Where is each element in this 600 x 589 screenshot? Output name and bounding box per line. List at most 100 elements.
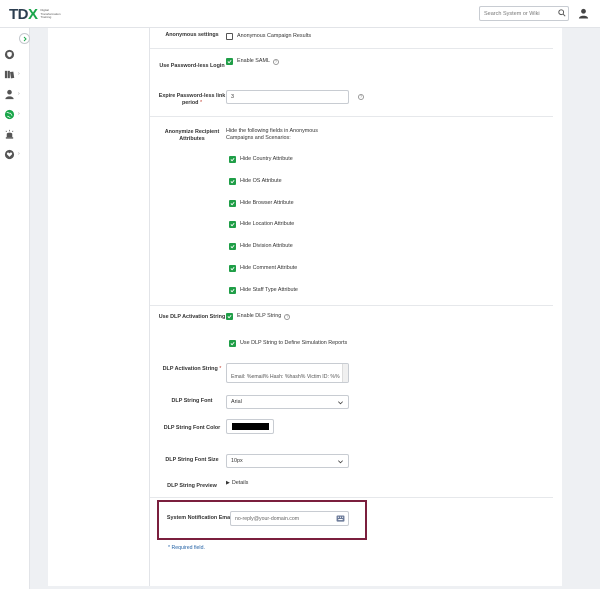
hide-staff-type-checkbox[interactable] xyxy=(229,287,236,294)
enable-dlp-checkbox[interactable] xyxy=(226,313,233,320)
dlp-string-text: DLP Activation String xyxy=(162,366,218,372)
chevron-right-icon: › xyxy=(18,91,20,97)
dlp-font-size-select[interactable]: 10px xyxy=(226,454,349,468)
chevron-down-icon xyxy=(338,401,343,405)
hide-division-label: Hide Division Attribute xyxy=(240,243,293,249)
dlp-font-select[interactable]: Arial xyxy=(226,395,349,409)
sidebar-item-alerts[interactable] xyxy=(4,127,26,141)
dlp-reports-label: Use DLP String to Define Simulation Repo… xyxy=(240,340,348,346)
section-divider xyxy=(150,116,553,117)
chevron-right-icon: › xyxy=(18,71,20,77)
check-icon xyxy=(230,288,235,293)
chevron-right-icon: › xyxy=(18,151,20,157)
hide-staff-type-row[interactable]: Hide Staff Type Attribute xyxy=(229,287,298,294)
required-field-note: * Required field. xyxy=(168,545,205,551)
dlp-string-label: DLP Activation String * xyxy=(157,366,227,373)
check-icon xyxy=(230,222,235,227)
hide-country-row[interactable]: Hide Country Attribute xyxy=(229,156,293,163)
dlp-font-value: Arial xyxy=(231,399,242,405)
enable-saml-row[interactable]: Enable SAML ? xyxy=(226,58,279,65)
heart-icon xyxy=(4,149,15,159)
expire-period-input[interactable]: 3 xyxy=(226,90,349,104)
hide-location-checkbox[interactable] xyxy=(229,221,236,228)
check-icon xyxy=(230,341,235,346)
hide-comment-row[interactable]: Hide Comment Attribute xyxy=(229,265,297,272)
search-input[interactable] xyxy=(480,7,558,20)
sidebar-item-campaigns[interactable]: › xyxy=(4,107,26,121)
help-icon[interactable]: ? xyxy=(284,313,291,320)
color-swatch-fill xyxy=(232,423,269,430)
notification-email-input[interactable] xyxy=(231,512,331,525)
required-mark: * xyxy=(219,366,222,372)
hide-location-label: Hide Location Attribute xyxy=(240,221,295,227)
sidebar-item-users[interactable]: › xyxy=(4,87,26,101)
dlp-preview-label: DLP String Preview xyxy=(167,483,217,489)
search-box[interactable] xyxy=(479,6,569,21)
triangle-right-icon: ▶ xyxy=(226,480,230,486)
notification-email-field[interactable] xyxy=(230,511,349,526)
hide-browser-row[interactable]: Hide Browser Attribute xyxy=(229,200,294,207)
hide-browser-checkbox[interactable] xyxy=(229,200,236,207)
dlp-string-textarea[interactable]: Email: %email% Hash: %hash% Victim ID: %… xyxy=(226,363,349,383)
sidebar-item-library[interactable]: › xyxy=(4,67,26,81)
details-label: Details xyxy=(231,480,249,486)
hide-os-row[interactable]: Hide OS Attribute xyxy=(229,178,282,185)
expire-period-text: Expire Password-less link period xyxy=(158,93,226,106)
dlp-preview-details-toggle[interactable]: ▶ Details xyxy=(226,480,248,486)
hide-comment-label: Hide Comment Attribute xyxy=(240,265,298,271)
section-divider xyxy=(150,497,553,498)
notification-email-label: System Notification Email xyxy=(166,515,234,521)
check-icon xyxy=(230,266,235,271)
logo[interactable]: TDX Digital Transformation Training xyxy=(9,7,63,22)
sidebar: › › › › xyxy=(0,28,30,589)
enable-saml-label: Enable SAML xyxy=(237,58,270,64)
enable-saml-checkbox[interactable] xyxy=(226,58,233,65)
help-icon[interactable]: ? xyxy=(272,58,279,65)
check-icon xyxy=(230,179,235,184)
sidebar-item-security[interactable] xyxy=(4,47,26,61)
textarea-scrollbar[interactable] xyxy=(342,364,348,382)
hide-country-checkbox[interactable] xyxy=(229,156,236,163)
help-icon[interactable]: ? xyxy=(358,94,364,100)
dlp-reports-checkbox[interactable] xyxy=(229,340,236,347)
user-icon[interactable] xyxy=(578,8,589,19)
enable-dlp-row[interactable]: Enable DLP String ? xyxy=(226,313,291,320)
hide-staff-type-label: Hide Staff Type Attribute xyxy=(240,287,298,293)
check-icon xyxy=(230,244,235,249)
dlp-font-size-label: DLP String Font Size xyxy=(165,457,219,463)
chevron-right-icon: › xyxy=(18,111,20,117)
keyboard-icon[interactable] xyxy=(336,515,345,522)
required-mark: * xyxy=(199,100,203,106)
globe-icon xyxy=(4,109,15,119)
anonymous-results-row[interactable]: Anonymous Campaign Results xyxy=(226,33,311,40)
search-icon[interactable] xyxy=(558,9,566,17)
dlp-font-size-value: 10px xyxy=(231,458,243,464)
sidebar-toggle[interactable] xyxy=(19,33,30,44)
check-icon xyxy=(227,59,232,64)
dlp-reports-row[interactable]: Use DLP String to Define Simulation Repo… xyxy=(229,340,347,347)
check-icon xyxy=(230,157,235,162)
hide-division-checkbox[interactable] xyxy=(229,243,236,250)
hide-os-checkbox[interactable] xyxy=(229,178,236,185)
hide-division-row[interactable]: Hide Division Attribute xyxy=(229,243,293,250)
hide-comment-checkbox[interactable] xyxy=(229,265,236,272)
logo-mark: TDX xyxy=(9,6,38,23)
dlp-font-color-label: DLP String Font Color xyxy=(163,425,221,431)
anonymize-description: Hide the following fields in Anonymous C… xyxy=(226,128,318,142)
top-bar: TDX Digital Transformation Training xyxy=(0,0,600,28)
dlp-font-color-picker[interactable] xyxy=(226,419,274,434)
section-divider xyxy=(150,48,553,49)
hide-browser-label: Hide Browser Attribute xyxy=(240,200,294,206)
sidebar-item-favorites[interactable]: › xyxy=(4,147,26,161)
hide-location-row[interactable]: Hide Location Attribute xyxy=(229,221,294,228)
use-dlp-label: Use DLP Activation String xyxy=(158,314,226,320)
book-icon xyxy=(4,70,15,78)
hide-country-label: Hide Country Attribute xyxy=(240,156,293,162)
expire-period-value: 3 xyxy=(231,94,234,100)
anonymize-attributes-label: Anonymize Recipient Attributes xyxy=(164,129,220,142)
check-icon xyxy=(230,201,235,206)
dlp-string-value: Email: %email% Hash: %hash% Victim ID: %… xyxy=(231,374,340,380)
chevron-right-icon xyxy=(23,36,27,41)
anonymous-results-checkbox[interactable] xyxy=(226,33,233,40)
expire-period-label: Expire Password-less link period * xyxy=(157,93,227,107)
